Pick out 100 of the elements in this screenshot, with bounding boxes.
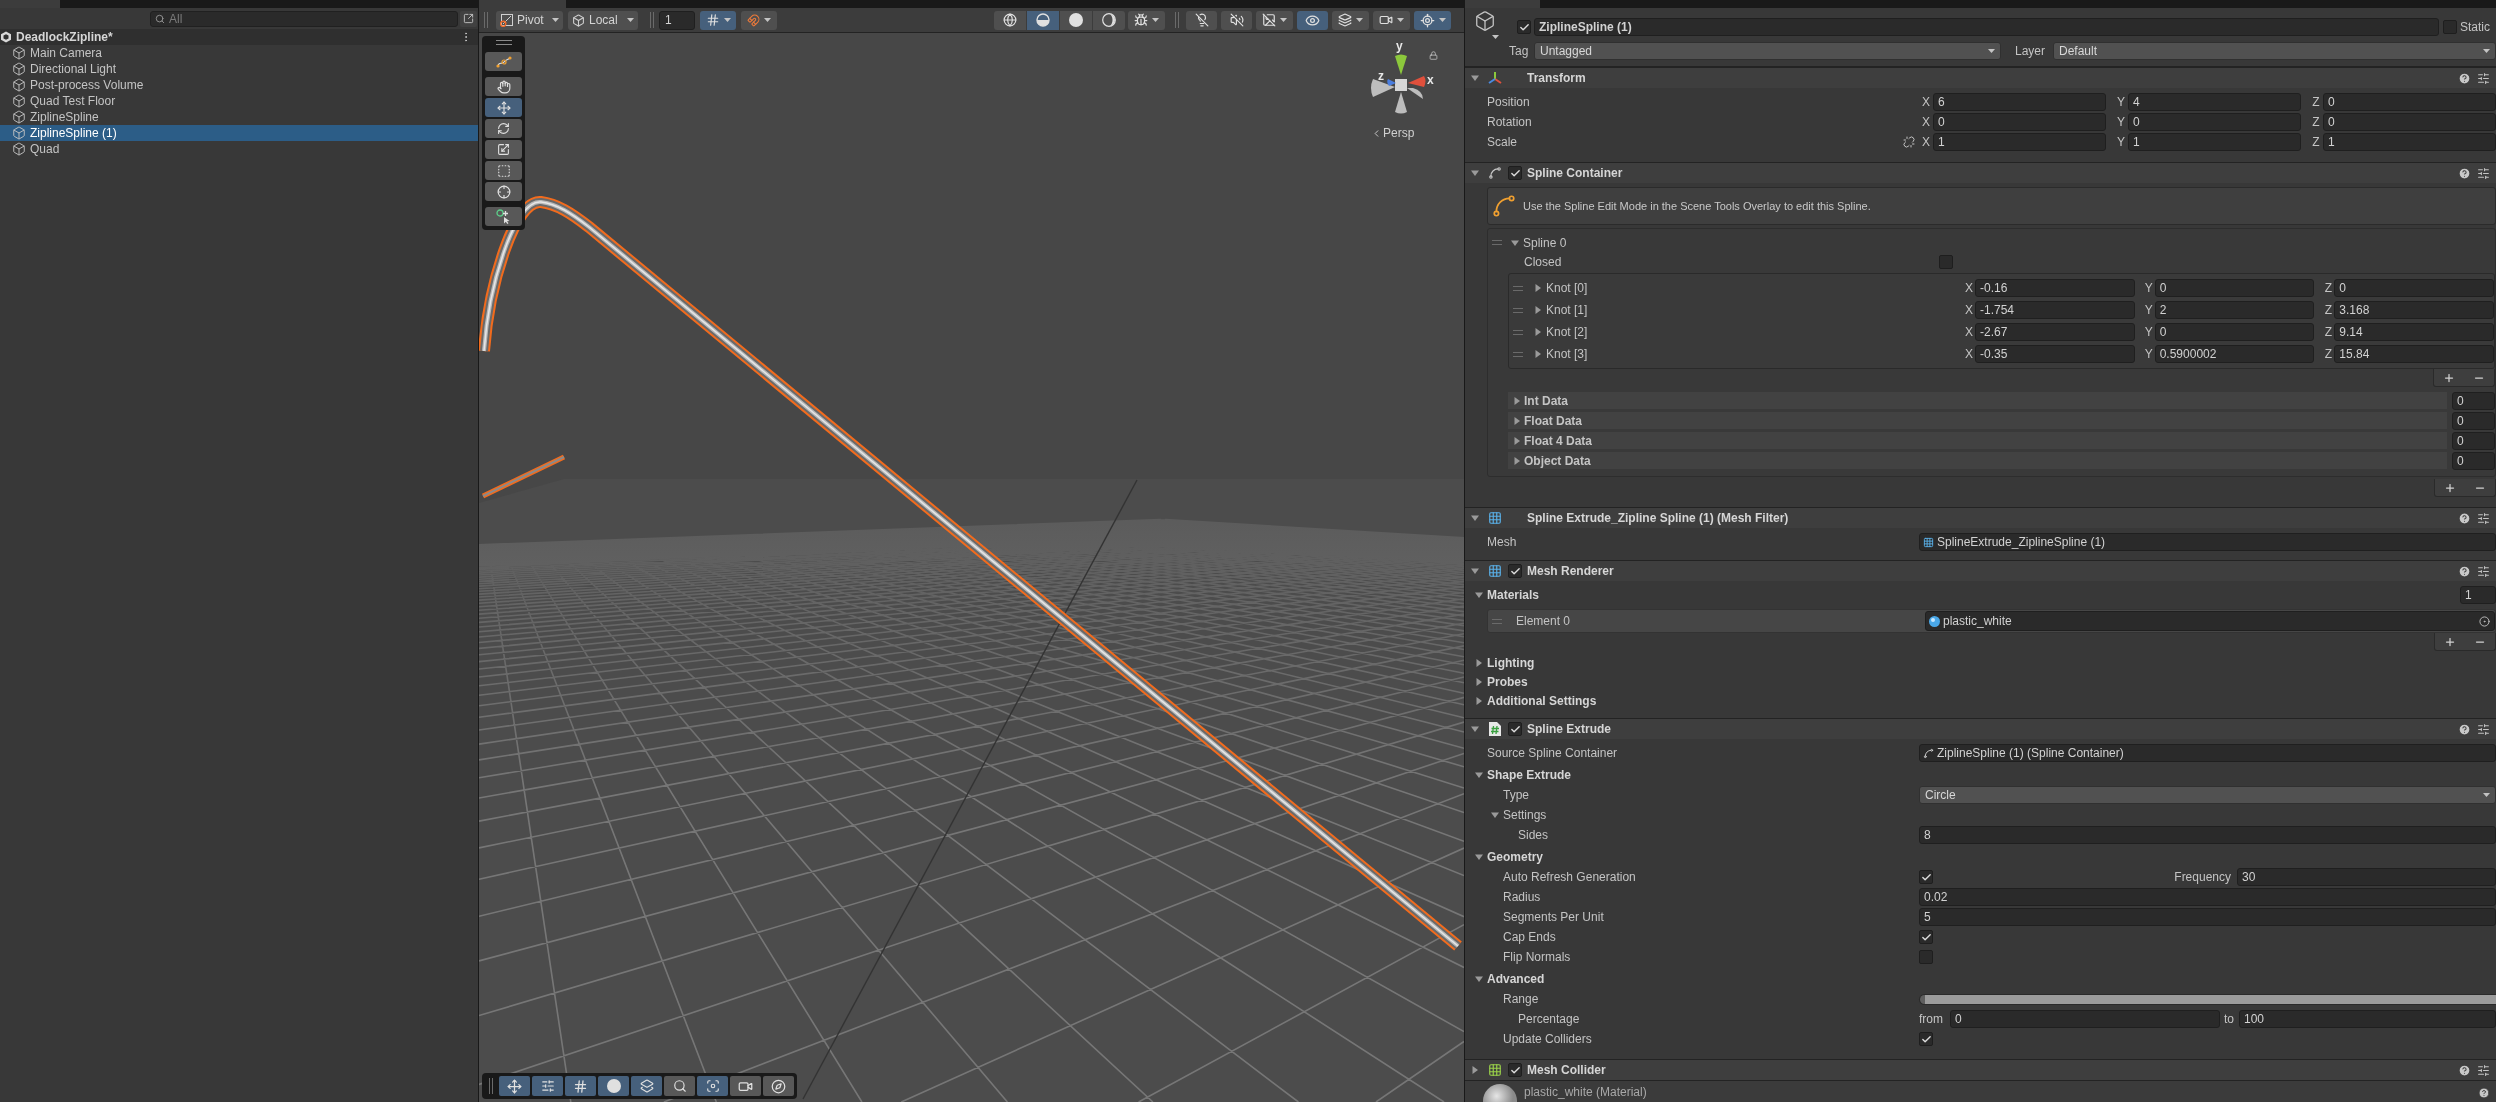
draw-mode-button[interactable] xyxy=(994,10,1026,30)
number-field[interactable]: 30 xyxy=(2237,868,2496,886)
overlay-button[interactable] xyxy=(532,1076,563,1096)
name-field[interactable]: ZiplineSpline (1) xyxy=(1534,18,2439,36)
pivot-dropdown[interactable]: Pivot xyxy=(496,10,563,30)
snap-button[interactable] xyxy=(741,10,777,30)
number-field[interactable]: 2 xyxy=(2154,301,2315,319)
presets-icon[interactable] xyxy=(2477,722,2490,736)
number-field[interactable]: 5 xyxy=(1919,908,2496,926)
draw-mode-button[interactable] xyxy=(1060,10,1092,30)
axis-cone[interactable] xyxy=(1387,79,1396,86)
tool-button[interactable] xyxy=(485,98,522,117)
foldout-arrow-icon[interactable] xyxy=(1534,284,1542,292)
data-foldout-row[interactable]: Int Data xyxy=(1508,392,2447,409)
checkbox[interactable] xyxy=(1508,722,1522,736)
number-field[interactable]: 0 xyxy=(2334,279,2494,297)
presets-icon[interactable] xyxy=(2477,1063,2490,1077)
object-field[interactable]: plastic_white xyxy=(1925,611,2495,631)
scene-name[interactable]: DeadlockZipline* xyxy=(16,30,113,44)
foldout-arrow-icon[interactable] xyxy=(1475,975,1483,983)
foldout-arrow-icon[interactable] xyxy=(1513,436,1521,445)
foldout-arrow-icon[interactable] xyxy=(1471,725,1479,733)
foldout-arrow-icon[interactable] xyxy=(1471,169,1479,177)
foldout-arrow-icon[interactable] xyxy=(1534,350,1542,358)
foldout-arrow-icon[interactable] xyxy=(1475,853,1483,861)
number-field[interactable]: 0 xyxy=(1950,1010,2220,1028)
foldout-arrow-icon[interactable] xyxy=(1491,811,1499,819)
number-field[interactable]: 9.14 xyxy=(2334,323,2494,341)
hierarchy-item[interactable]: Quad Test Floor xyxy=(0,93,478,109)
number-field[interactable]: 15.84 xyxy=(2334,345,2494,363)
number-field[interactable]: -0.35 xyxy=(1975,345,2135,363)
count-field[interactable]: 0 xyxy=(2452,451,2495,470)
view-button[interactable] xyxy=(1128,10,1165,30)
checkbox[interactable] xyxy=(1508,1063,1522,1077)
number-field[interactable]: 0 xyxy=(2154,323,2315,341)
number-field[interactable]: 1 xyxy=(1933,133,2106,151)
axis-cone[interactable] xyxy=(1371,79,1395,97)
tool-button[interactable] xyxy=(485,161,522,180)
hierarchy-item[interactable]: ZiplineSpline (1) xyxy=(0,125,478,141)
count-field[interactable]: 0 xyxy=(2452,411,2495,430)
lock-icon[interactable] xyxy=(1429,51,1438,60)
view-button[interactable] xyxy=(1256,10,1293,30)
foldout-arrow-icon[interactable] xyxy=(1475,658,1483,667)
view-button[interactable] xyxy=(1297,10,1328,30)
help-icon[interactable] xyxy=(2458,71,2471,85)
tool-button[interactable] xyxy=(485,140,522,159)
number-field[interactable]: 8 xyxy=(1919,826,2496,844)
view-button[interactable] xyxy=(1373,10,1410,30)
overlay-button[interactable] xyxy=(697,1076,728,1096)
overlay-button[interactable] xyxy=(565,1076,596,1096)
data-foldout-row[interactable]: Object Data xyxy=(1508,452,2447,469)
presets-icon[interactable] xyxy=(2477,71,2490,85)
foldout-arrow-icon[interactable] xyxy=(1511,238,1519,247)
checkbox[interactable] xyxy=(1508,166,1522,180)
object-field[interactable]: ZiplineSpline (1) (Spline Container) xyxy=(1919,744,2496,762)
foldout-arrow-icon[interactable] xyxy=(1513,396,1521,405)
projection-toggle[interactable]: Persp xyxy=(1371,126,1415,140)
foldout-arrow-icon[interactable] xyxy=(1471,567,1479,575)
tag-dropdown[interactable]: Untagged xyxy=(1534,42,2001,60)
data-foldout-row[interactable]: Float 4 Data xyxy=(1508,432,2447,449)
foldout-arrow-icon[interactable] xyxy=(1475,771,1483,779)
view-button[interactable] xyxy=(1414,10,1451,30)
foldout-arrow-icon[interactable] xyxy=(1471,514,1479,522)
number-field[interactable]: 0 xyxy=(2154,279,2315,297)
foldout-arrow-icon[interactable] xyxy=(1534,328,1542,336)
count-field[interactable]: 0 xyxy=(2452,391,2495,410)
checkbox[interactable] xyxy=(1517,20,1531,34)
number-field[interactable]: 0.02 xyxy=(1919,888,2496,906)
foldout-arrow-icon[interactable] xyxy=(1513,416,1521,425)
number-field[interactable]: 0.5900002 xyxy=(2154,345,2315,363)
help-icon[interactable] xyxy=(2458,564,2471,578)
target-icon[interactable] xyxy=(2479,615,2490,627)
unlink-icon[interactable] xyxy=(1903,136,1915,148)
hierarchy-item[interactable]: Post-process Volume xyxy=(0,77,478,93)
overlay-button[interactable] xyxy=(598,1076,629,1096)
hierarchy-item[interactable]: Main Camera xyxy=(0,45,478,61)
number-field[interactable]: 6 xyxy=(1933,93,2106,111)
overlay-button[interactable] xyxy=(730,1076,761,1096)
view-button[interactable] xyxy=(1332,10,1369,30)
overlay-button[interactable] xyxy=(631,1076,662,1096)
overlay-button[interactable] xyxy=(499,1076,530,1096)
number-field[interactable]: 1 xyxy=(2128,133,2301,151)
range-slider-fill[interactable] xyxy=(1925,994,2496,1004)
axis-cone[interactable] xyxy=(1395,54,1407,75)
foldout-arrow-icon[interactable] xyxy=(1513,456,1521,465)
range-slider[interactable] xyxy=(1919,993,2496,1005)
count-field[interactable]: 0 xyxy=(2452,431,2495,450)
tool-button[interactable] xyxy=(485,119,522,138)
number-field[interactable]: 1 xyxy=(2323,133,2496,151)
presets-icon[interactable] xyxy=(2477,511,2490,525)
view-button[interactable] xyxy=(1186,10,1217,30)
presets-icon[interactable] xyxy=(2477,166,2490,180)
number-field[interactable]: -2.67 xyxy=(1975,323,2135,341)
number-field[interactable]: 0 xyxy=(2128,113,2301,131)
data-foldout-row[interactable]: Float Data xyxy=(1508,412,2447,429)
space-dropdown[interactable]: Local xyxy=(568,10,638,30)
overlay-button[interactable] xyxy=(664,1076,695,1096)
draw-mode-button[interactable] xyxy=(1027,10,1059,30)
foldout-arrow-icon[interactable] xyxy=(1475,696,1483,705)
layer-dropdown[interactable]: Default xyxy=(2053,42,2496,60)
